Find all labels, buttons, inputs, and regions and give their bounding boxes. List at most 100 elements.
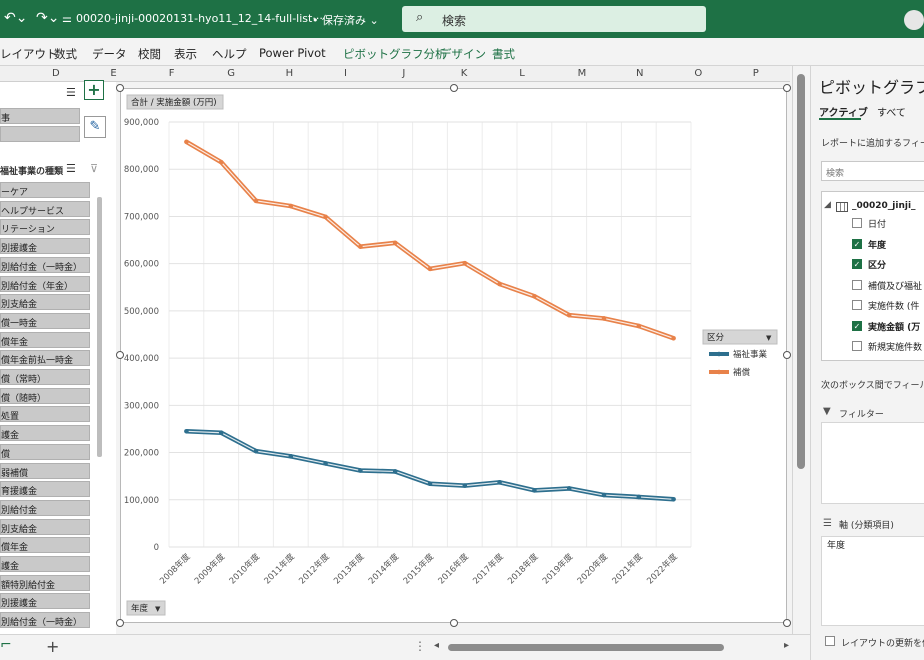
- slicer-item[interactable]: 償年金: [0, 537, 90, 554]
- field-checkbox[interactable]: [852, 300, 862, 310]
- undo-icon[interactable]: ↶⌄: [4, 10, 27, 26]
- slicer-item[interactable]: リテーション: [0, 219, 90, 236]
- slicer-item[interactable]: 償（随時）: [0, 387, 90, 404]
- ribbon-tab[interactable]: 校閲: [138, 46, 161, 62]
- field-label[interactable]: 新規実施件数: [868, 340, 922, 353]
- column-header[interactable]: O: [694, 68, 702, 79]
- filter-drop-area[interactable]: [821, 422, 924, 504]
- field-checkbox[interactable]: [852, 218, 862, 228]
- slicer-item[interactable]: 別給付金（年金）: [0, 275, 90, 292]
- resize-handle[interactable]: [116, 619, 124, 627]
- slicer-item[interactable]: 償（常時）: [0, 369, 90, 385]
- resize-handle[interactable]: [450, 619, 458, 627]
- column-header[interactable]: I: [344, 68, 347, 79]
- column-header[interactable]: L: [519, 68, 525, 79]
- slicer-item[interactable]: 償: [0, 443, 90, 460]
- field-label[interactable]: 年度: [868, 238, 886, 251]
- multi-select-icon[interactable]: ☰: [66, 86, 76, 99]
- ribbon-tab[interactable]: データ: [92, 46, 127, 62]
- field-search-input[interactable]: 検索: [821, 161, 924, 181]
- resize-handle[interactable]: [783, 619, 791, 627]
- slicer-item[interactable]: 処置: [0, 406, 90, 423]
- multi-select-icon[interactable]: ☰: [66, 162, 76, 175]
- ribbon-tab[interactable]: 書式: [492, 46, 515, 62]
- slicer-item[interactable]: ヘルプサービス: [0, 200, 90, 217]
- column-header[interactable]: P: [753, 68, 759, 79]
- slicer-item[interactable]: 償一時金: [0, 312, 90, 329]
- vertical-scrollbar[interactable]: [792, 66, 808, 634]
- field-label[interactable]: 実施金額 (万: [868, 320, 920, 333]
- vertical-scroll-thumb[interactable]: [797, 74, 805, 469]
- search-box[interactable]: ⌕ 検索: [402, 6, 706, 32]
- add-icon[interactable]: +: [84, 80, 104, 100]
- slicer-item[interactable]: 別給付金（一時金）: [0, 612, 90, 629]
- column-header[interactable]: K: [461, 68, 468, 79]
- slicer-item[interactable]: 別支給金: [0, 518, 90, 535]
- field-label[interactable]: 日付: [868, 217, 886, 230]
- slicer1-item[interactable]: 事: [0, 108, 80, 124]
- column-header[interactable]: D: [52, 68, 60, 79]
- horizontal-scroll-thumb[interactable]: [448, 644, 724, 651]
- scroll-left-icon[interactable]: ◂: [434, 640, 439, 651]
- field-label[interactable]: 区分: [868, 258, 886, 271]
- customize-toolbar-icon[interactable]: ⚌: [62, 12, 72, 25]
- redo-icon[interactable]: ↷⌄: [36, 10, 59, 26]
- column-header[interactable]: J: [402, 68, 405, 79]
- collapse-icon[interactable]: ◢: [824, 200, 831, 210]
- slicer-item[interactable]: 別給付金（一時金）: [0, 256, 90, 273]
- document-title[interactable]: 00020-jinji-00020131-hyo11_12_14-full-li…: [76, 12, 323, 25]
- clear-filter-icon[interactable]: ⊽: [90, 162, 98, 175]
- field-checkbox[interactable]: ✓: [852, 259, 862, 269]
- tab-active[interactable]: アクティブ: [819, 104, 868, 119]
- column-header[interactable]: G: [227, 68, 235, 79]
- slicer-item[interactable]: 別援護金: [0, 593, 90, 610]
- scroll-right-icon[interactable]: ▸: [784, 640, 789, 651]
- field-label[interactable]: 補償及び福祉: [868, 279, 922, 292]
- column-header[interactable]: E: [110, 68, 116, 79]
- slicer-item[interactable]: 額特別給付金: [0, 574, 90, 591]
- avatar[interactable]: [904, 10, 924, 30]
- field-checkbox[interactable]: [852, 341, 862, 351]
- field-label[interactable]: 実施件数 (件: [868, 299, 919, 312]
- brush-icon[interactable]: ✎: [84, 116, 106, 138]
- table-name[interactable]: _00020_jinji_: [852, 201, 916, 211]
- more-options-icon[interactable]: ⋮: [414, 639, 426, 653]
- slicer-item[interactable]: ーケア: [0, 182, 90, 198]
- slicer-item[interactable]: 弱補償: [0, 462, 90, 479]
- slicer-scrollbar[interactable]: [97, 197, 102, 457]
- field-checkbox[interactable]: ✓: [852, 320, 862, 331]
- column-header[interactable]: M: [578, 68, 587, 79]
- saved-state[interactable]: • 保存済み ⌄: [312, 12, 379, 28]
- sheet-tab-edge[interactable]: ⌐: [0, 637, 12, 653]
- resize-handle[interactable]: [783, 351, 791, 359]
- field-checkbox[interactable]: [852, 279, 862, 290]
- slicer-item[interactable]: 償年金前払一時金: [0, 350, 90, 367]
- slicer1-item-blank[interactable]: [0, 126, 80, 142]
- field-checkbox[interactable]: ✓: [852, 238, 862, 249]
- column-header[interactable]: F: [169, 68, 175, 79]
- column-header[interactable]: N: [636, 68, 643, 79]
- axis-field-item[interactable]: 年度: [827, 538, 845, 551]
- slicer-item[interactable]: 別支給金: [0, 294, 90, 311]
- pivot-chart[interactable]: 0 100,000 200,000 300,000 400,000 500,000 600,…: [120, 88, 787, 623]
- ribbon-tab[interactable]: レイアウト: [0, 46, 58, 62]
- resize-handle[interactable]: [116, 351, 124, 359]
- add-sheet-icon[interactable]: +: [46, 637, 59, 656]
- resize-handle[interactable]: [783, 84, 791, 92]
- tab-all[interactable]: すべて: [877, 104, 906, 119]
- ribbon-tab[interactable]: 数式: [54, 46, 77, 62]
- slicer-item[interactable]: 育援護金: [0, 481, 90, 498]
- ribbon-tab[interactable]: 表示: [174, 46, 197, 62]
- ribbon-tab[interactable]: ヘルプ: [212, 46, 247, 62]
- slicer-item[interactable]: 償年金: [0, 331, 90, 348]
- ribbon-tab[interactable]: Power Pivot: [259, 46, 326, 60]
- column-header[interactable]: H: [286, 68, 294, 79]
- ribbon-tab[interactable]: ピボットグラフ分析: [343, 46, 447, 62]
- slicer-item[interactable]: 別給付金: [0, 499, 90, 516]
- slicer-item[interactable]: 護金: [0, 556, 90, 572]
- ribbon-tab[interactable]: デザイン: [440, 46, 486, 62]
- resize-handle[interactable]: [116, 84, 124, 92]
- resize-handle[interactable]: [450, 84, 458, 92]
- defer-update-checkbox[interactable]: [825, 636, 835, 646]
- slicer-item[interactable]: 別援護金: [0, 238, 90, 255]
